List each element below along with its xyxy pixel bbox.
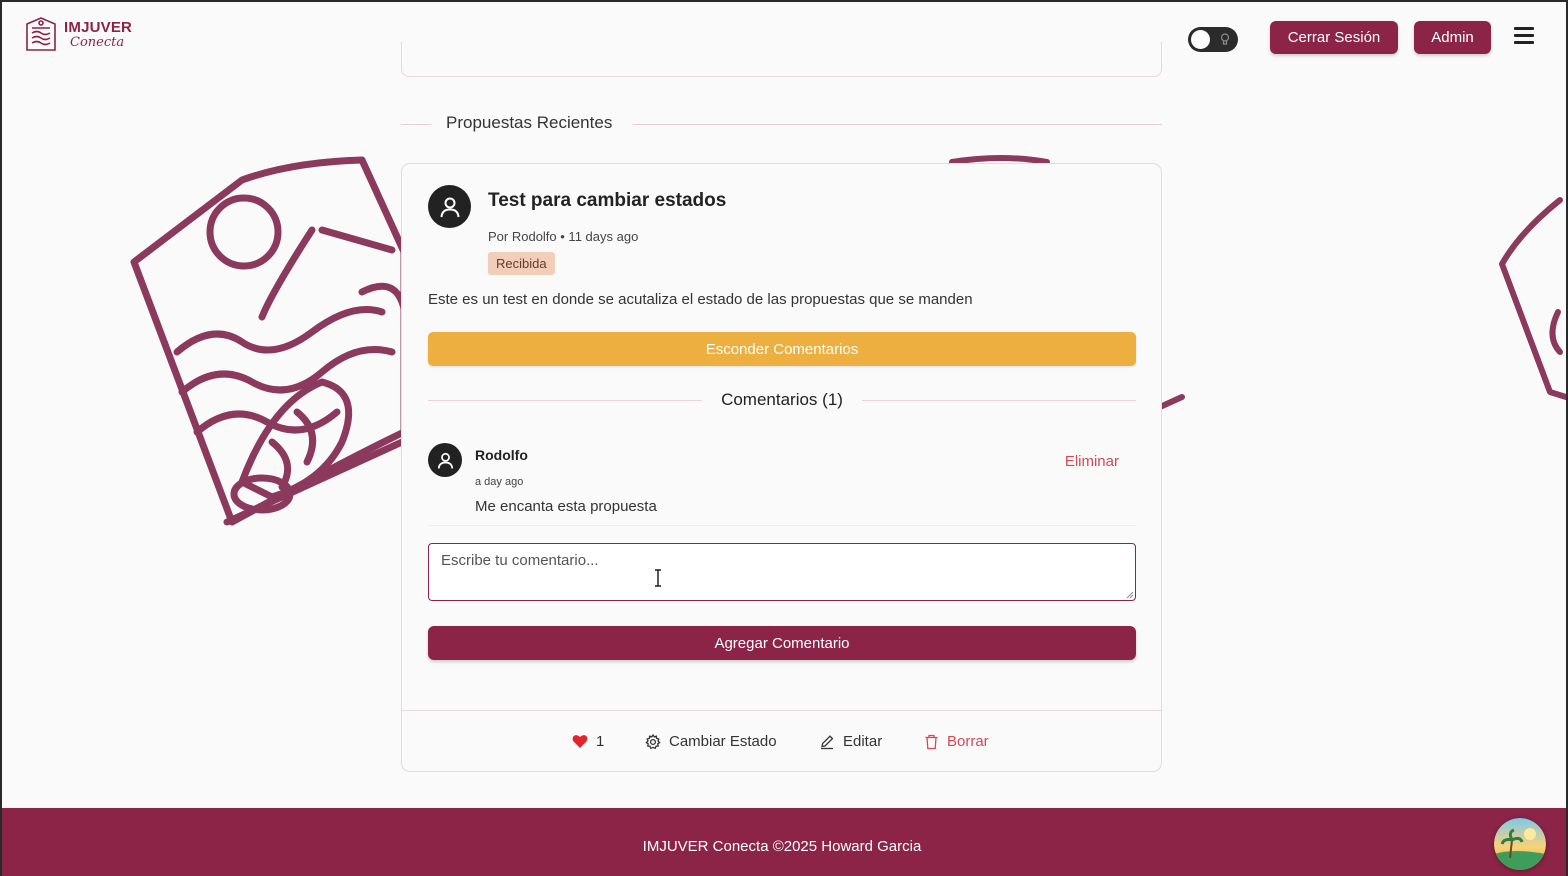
- comments-heading: Comentarios (1): [428, 389, 1136, 413]
- pencil-icon: [821, 734, 834, 749]
- section-title: Propuestas Recientes: [446, 113, 613, 132]
- user-icon: [440, 197, 459, 217]
- like-button[interactable]: 1: [572, 733, 604, 750]
- app-logo[interactable]: IMJUVER Conecta: [24, 16, 132, 52]
- decorative-illustration-left: [130, 156, 410, 526]
- toggle-knob: [1191, 30, 1210, 49]
- previous-card-edge: [401, 42, 1162, 77]
- delete-comment-button[interactable]: Eliminar: [1065, 453, 1119, 470]
- logo-title: IMJUVER: [64, 18, 133, 36]
- trash-icon: [925, 734, 938, 749]
- change-state-button[interactable]: Cambiar Estado: [645, 733, 777, 750]
- section-heading: Propuestas Recientes: [401, 112, 1162, 138]
- logo-subtitle: Conecta: [70, 34, 125, 50]
- resize-grip-icon[interactable]: [1126, 591, 1134, 599]
- divider: [401, 124, 431, 125]
- divider: [862, 400, 1136, 401]
- heart-icon: [572, 735, 588, 748]
- comment-timestamp: a day ago: [475, 476, 524, 488]
- comment-textarea[interactable]: [428, 543, 1136, 601]
- lightbulb-icon: [1220, 33, 1230, 45]
- card-actions: 1 Cambiar Estado Editar Borrar: [402, 710, 1161, 772]
- theme-toggle[interactable]: [1188, 27, 1238, 52]
- divider: [633, 124, 1162, 125]
- assistant-avatar-icon[interactable]: [1494, 818, 1546, 870]
- proposal-meta: Por Rodolfo • 11 days ago: [488, 229, 639, 244]
- delete-label: Borrar: [947, 733, 989, 750]
- delete-button[interactable]: Borrar: [924, 733, 989, 750]
- hide-comments-button[interactable]: Esconder Comentarios: [428, 332, 1136, 366]
- decorative-illustration-right: [1499, 197, 1566, 400]
- edit-button[interactable]: Editar: [819, 733, 882, 750]
- comment-author: Rodolfo: [475, 447, 528, 463]
- edit-label: Editar: [843, 733, 883, 750]
- user-icon: [437, 452, 453, 469]
- like-count: 1: [596, 733, 605, 750]
- proposal-description: Este es un test en donde se acutaliza el…: [428, 291, 973, 308]
- user-avatar-icon: [428, 185, 471, 228]
- page-footer: IMJUVER Conecta ©2025 Howard Garcia: [2, 808, 1566, 876]
- text-cursor-icon: [655, 569, 661, 587]
- footer-text: IMJUVER Conecta ©2025 Howard Garcia: [642, 838, 922, 855]
- comment-item: Rodolfo a day ago Me encanta esta propue…: [428, 439, 1136, 526]
- admin-button[interactable]: Admin: [1414, 21, 1491, 54]
- add-comment-button[interactable]: Agregar Comentario: [428, 626, 1136, 660]
- gear-icon: [645, 733, 661, 749]
- proposal-card: Test para cambiar estados Por Rodolfo • …: [401, 163, 1162, 772]
- change-state-label: Cambiar Estado: [669, 733, 777, 750]
- comment-avatar-icon: [428, 443, 462, 477]
- hamburger-icon[interactable]: [1514, 26, 1536, 44]
- logout-button[interactable]: Cerrar Sesión: [1270, 21, 1398, 54]
- comment-text: Me encanta esta propuesta: [475, 498, 657, 515]
- proposal-title: Test para cambiar estados: [488, 190, 727, 211]
- logo-icon: [26, 17, 56, 51]
- status-badge: Recibida: [488, 252, 555, 275]
